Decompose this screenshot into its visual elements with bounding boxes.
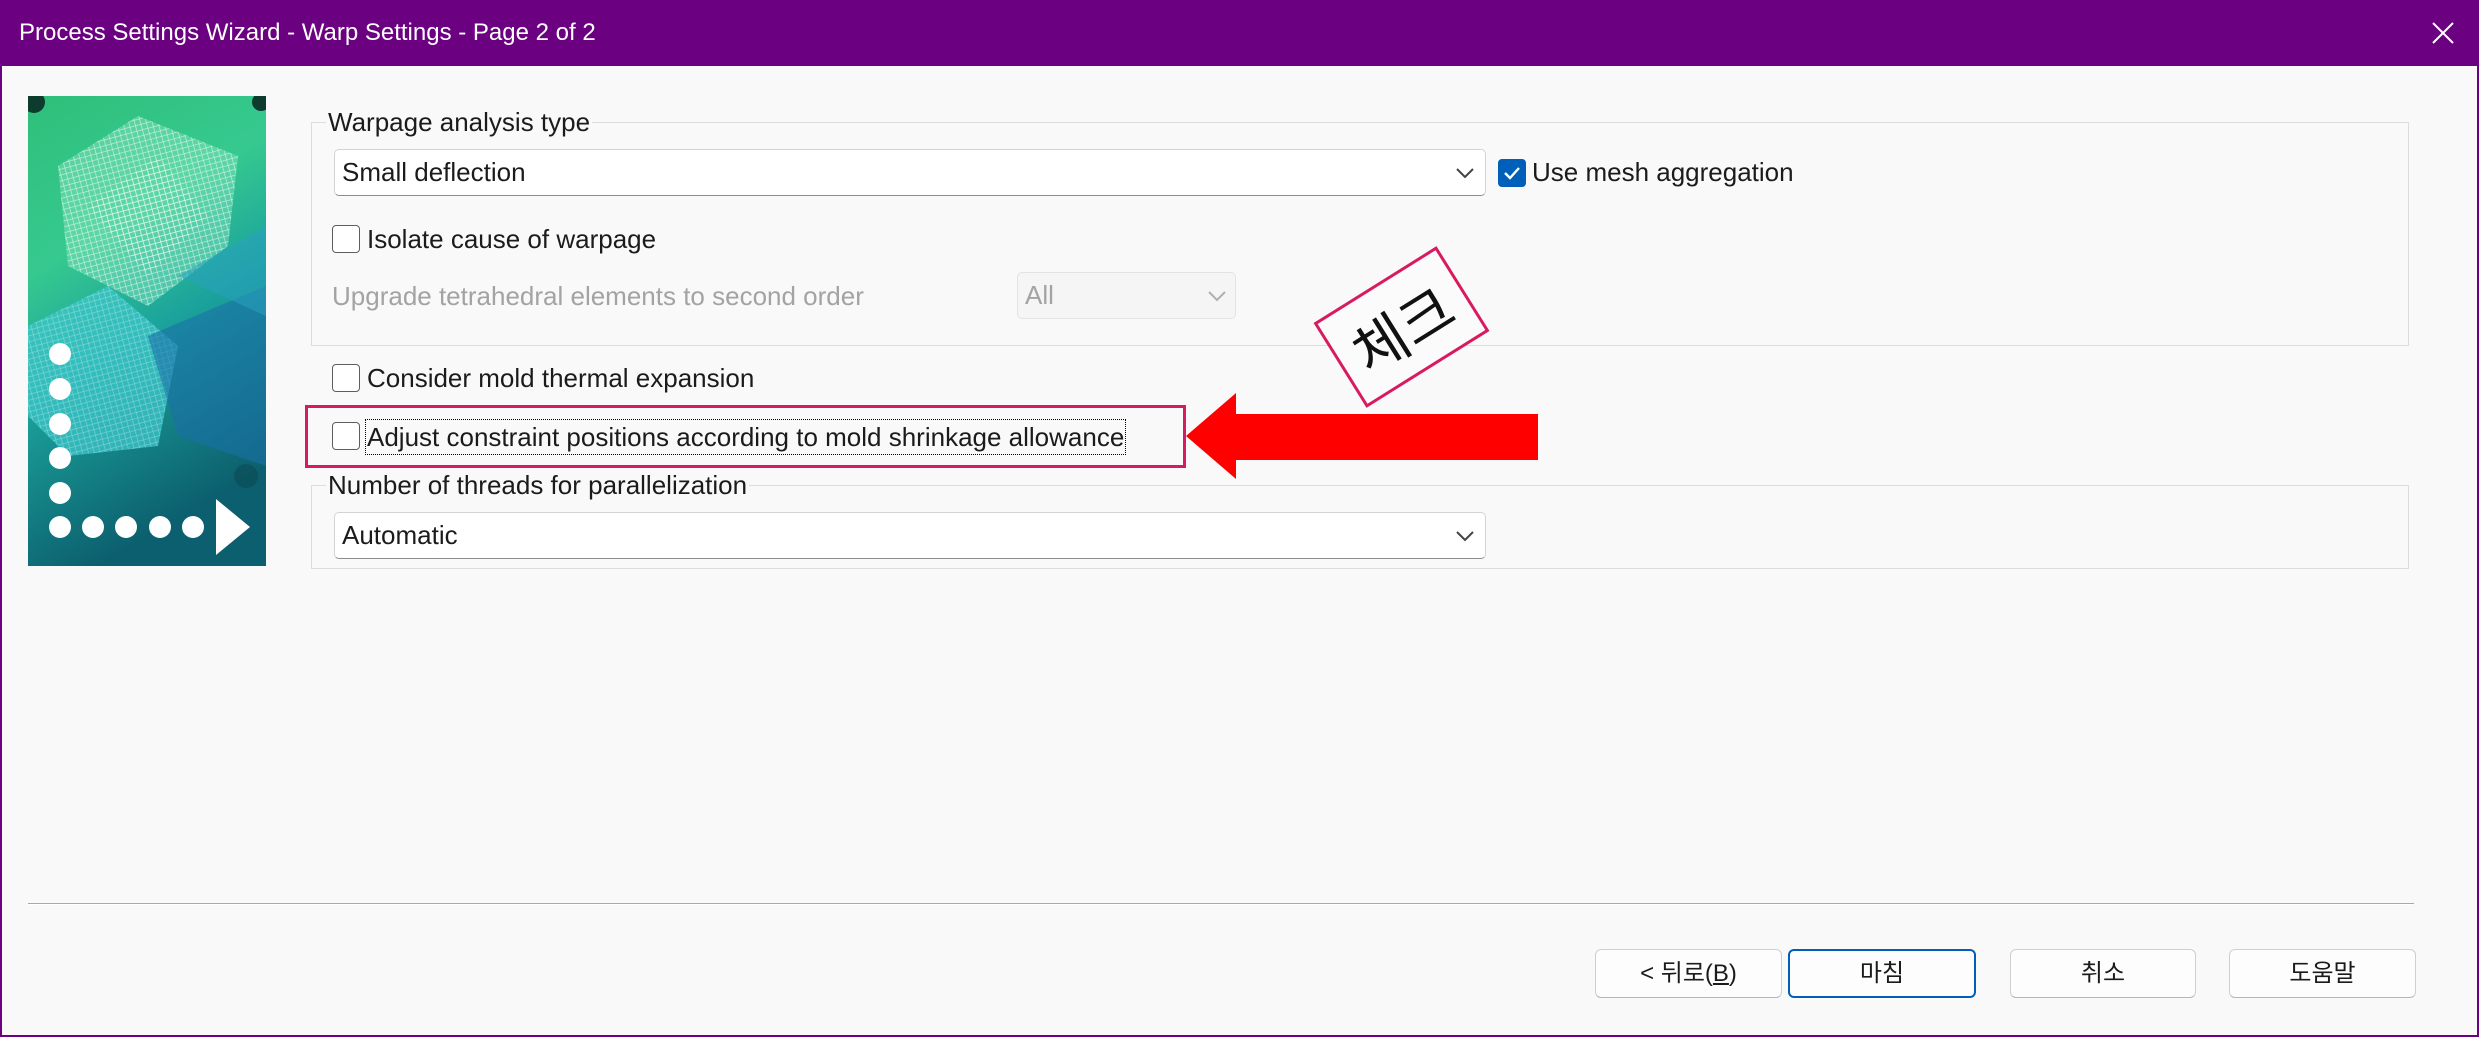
help-button[interactable]: 도움말 <box>2229 949 2416 998</box>
upgrade-tetrahedral-value: All <box>1025 280 1054 310</box>
chevron-down-icon <box>1456 168 1474 179</box>
adjust-constraint-positions-checkbox[interactable] <box>332 422 360 450</box>
consider-mold-thermal-expansion-checkbox[interactable] <box>332 364 360 392</box>
finish-button[interactable]: 마침 <box>1788 949 1976 998</box>
warpage-analysis-type-value: Small deflection <box>342 157 526 187</box>
isolate-cause-checkbox[interactable] <box>332 225 360 253</box>
warpage-analysis-type-select[interactable]: Small deflection <box>334 149 1486 196</box>
threads-legend: Number of threads for parallelization <box>326 470 750 500</box>
isolate-cause-label[interactable]: Isolate cause of warpage <box>367 224 656 254</box>
chevron-down-icon <box>1456 531 1474 542</box>
use-mesh-aggregation-label[interactable]: Use mesh aggregation <box>1532 157 1794 187</box>
wizard-dialog: Process Settings Wizard - Warp Settings … <box>0 0 2479 1037</box>
threads-select[interactable]: Automatic <box>334 512 1486 559</box>
threads-value: Automatic <box>342 520 458 550</box>
window-title: Process Settings Wizard - Warp Settings … <box>19 19 596 46</box>
banner-graphic <box>23 91 270 566</box>
upgrade-tetrahedral-select[interactable]: All <box>1017 272 1236 319</box>
upgrade-tetrahedral-label: Upgrade tetrahedral elements to second o… <box>332 281 864 311</box>
title-bar[interactable]: Process Settings Wizard - Warp Settings … <box>0 0 2479 66</box>
warpage-analysis-legend: Warpage analysis type <box>326 107 593 137</box>
left-arrow-icon <box>1186 393 1538 479</box>
focus-ring[interactable]: Adjust constraint positions according to… <box>365 419 1127 455</box>
footer-separator <box>28 903 2414 905</box>
close-button[interactable] <box>2410 0 2476 66</box>
wizard-banner-image <box>23 91 270 566</box>
use-mesh-aggregation-checkbox[interactable] <box>1498 159 1526 187</box>
consider-mold-thermal-expansion-label[interactable]: Consider mold thermal expansion <box>367 363 754 393</box>
cancel-button[interactable]: 취소 <box>2010 949 2196 998</box>
mnemonic-key: B <box>1712 960 1729 987</box>
adjust-constraint-positions-label[interactable]: Adjust constraint positions according to… <box>367 422 1124 452</box>
close-icon <box>2432 22 2454 44</box>
checkmark-icon <box>1504 167 1520 180</box>
chevron-down-icon <box>1208 291 1226 302</box>
back-button[interactable]: < 뒤로(B) <box>1595 949 1782 998</box>
